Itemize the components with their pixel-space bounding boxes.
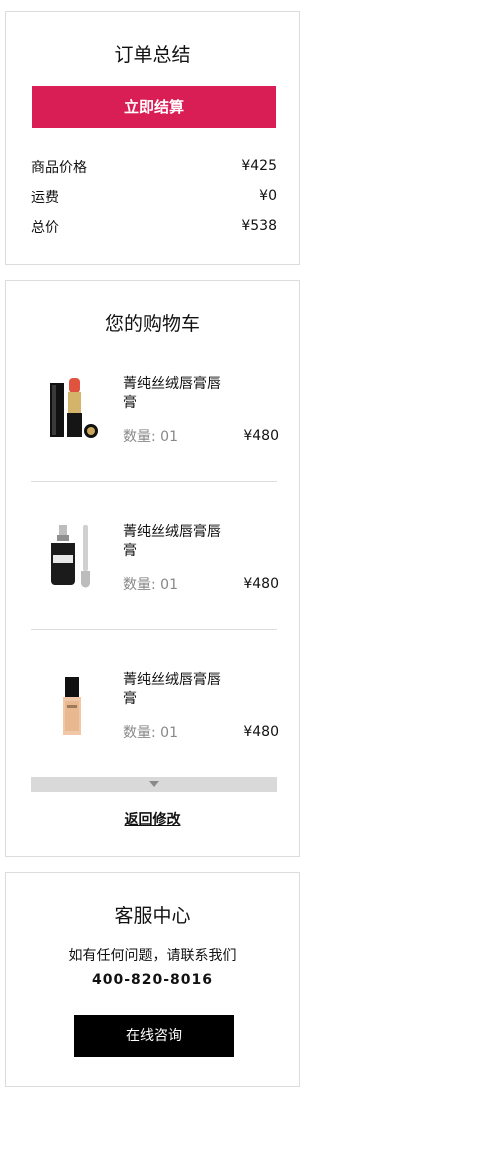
- item-name: 菁纯丝绒唇膏唇膏: [123, 672, 221, 707]
- item-quantity: 数量: 01: [123, 577, 178, 593]
- checkout-button[interactable]: 立即结算: [32, 86, 276, 128]
- item-divider: [31, 629, 277, 630]
- lipstick-icon: [50, 378, 98, 438]
- service-description: 如有任何问题，请联系我们: [68, 948, 237, 964]
- chevron-down-icon: [149, 781, 159, 787]
- summary-row-value: ¥538: [241, 218, 277, 234]
- item-divider: [31, 481, 277, 482]
- service-phone-number: 400-820-8016: [91, 972, 214, 988]
- summary-row-label: 总价: [31, 220, 59, 236]
- item-quantity: 数量: 01: [123, 725, 178, 741]
- expand-scroll-bar[interactable]: [31, 777, 277, 792]
- item-price: ¥480: [243, 576, 279, 592]
- shopping-cart-card: 您的购物车 菁纯丝绒唇膏唇膏 数量: 01 ¥480 菁纯丝绒唇膏唇膏 数量: …: [5, 280, 300, 857]
- customer-service-card: 客服中心 如有任何问题，请联系我们 400-820-8016 在线咨询: [5, 872, 300, 1087]
- serum-bottle-icon: [51, 525, 90, 588]
- service-title: 客服中心: [114, 905, 191, 927]
- summary-row-label: 商品价格: [31, 160, 87, 176]
- online-consult-button[interactable]: 在线咨询: [74, 1015, 234, 1057]
- item-price: ¥480: [243, 724, 279, 740]
- foundation-bottle-icon: [63, 677, 81, 735]
- cart-item[interactable]: 菁纯丝绒唇膏唇膏 数量: 01 ¥480: [31, 511, 279, 659]
- summary-row-label: 运费: [31, 190, 59, 206]
- item-name: 菁纯丝绒唇膏唇膏: [123, 376, 221, 411]
- item-price: ¥480: [243, 428, 279, 444]
- summary-row-value: ¥0: [259, 188, 277, 204]
- summary-row-value: ¥425: [241, 158, 277, 174]
- back-to-edit-link[interactable]: 返回修改: [6, 809, 299, 829]
- order-summary-card: 订单总结 立即结算 商品价格 ¥425 运费 ¥0 总价 ¥538: [5, 11, 300, 265]
- order-summary-title: 订单总结: [114, 44, 191, 66]
- cart-item[interactable]: 菁纯丝绒唇膏唇膏 数量: 01 ¥480: [31, 363, 279, 511]
- item-quantity: 数量: 01: [123, 429, 178, 445]
- cart-title: 您的购物车: [104, 313, 200, 335]
- item-name: 菁纯丝绒唇膏唇膏: [123, 524, 221, 559]
